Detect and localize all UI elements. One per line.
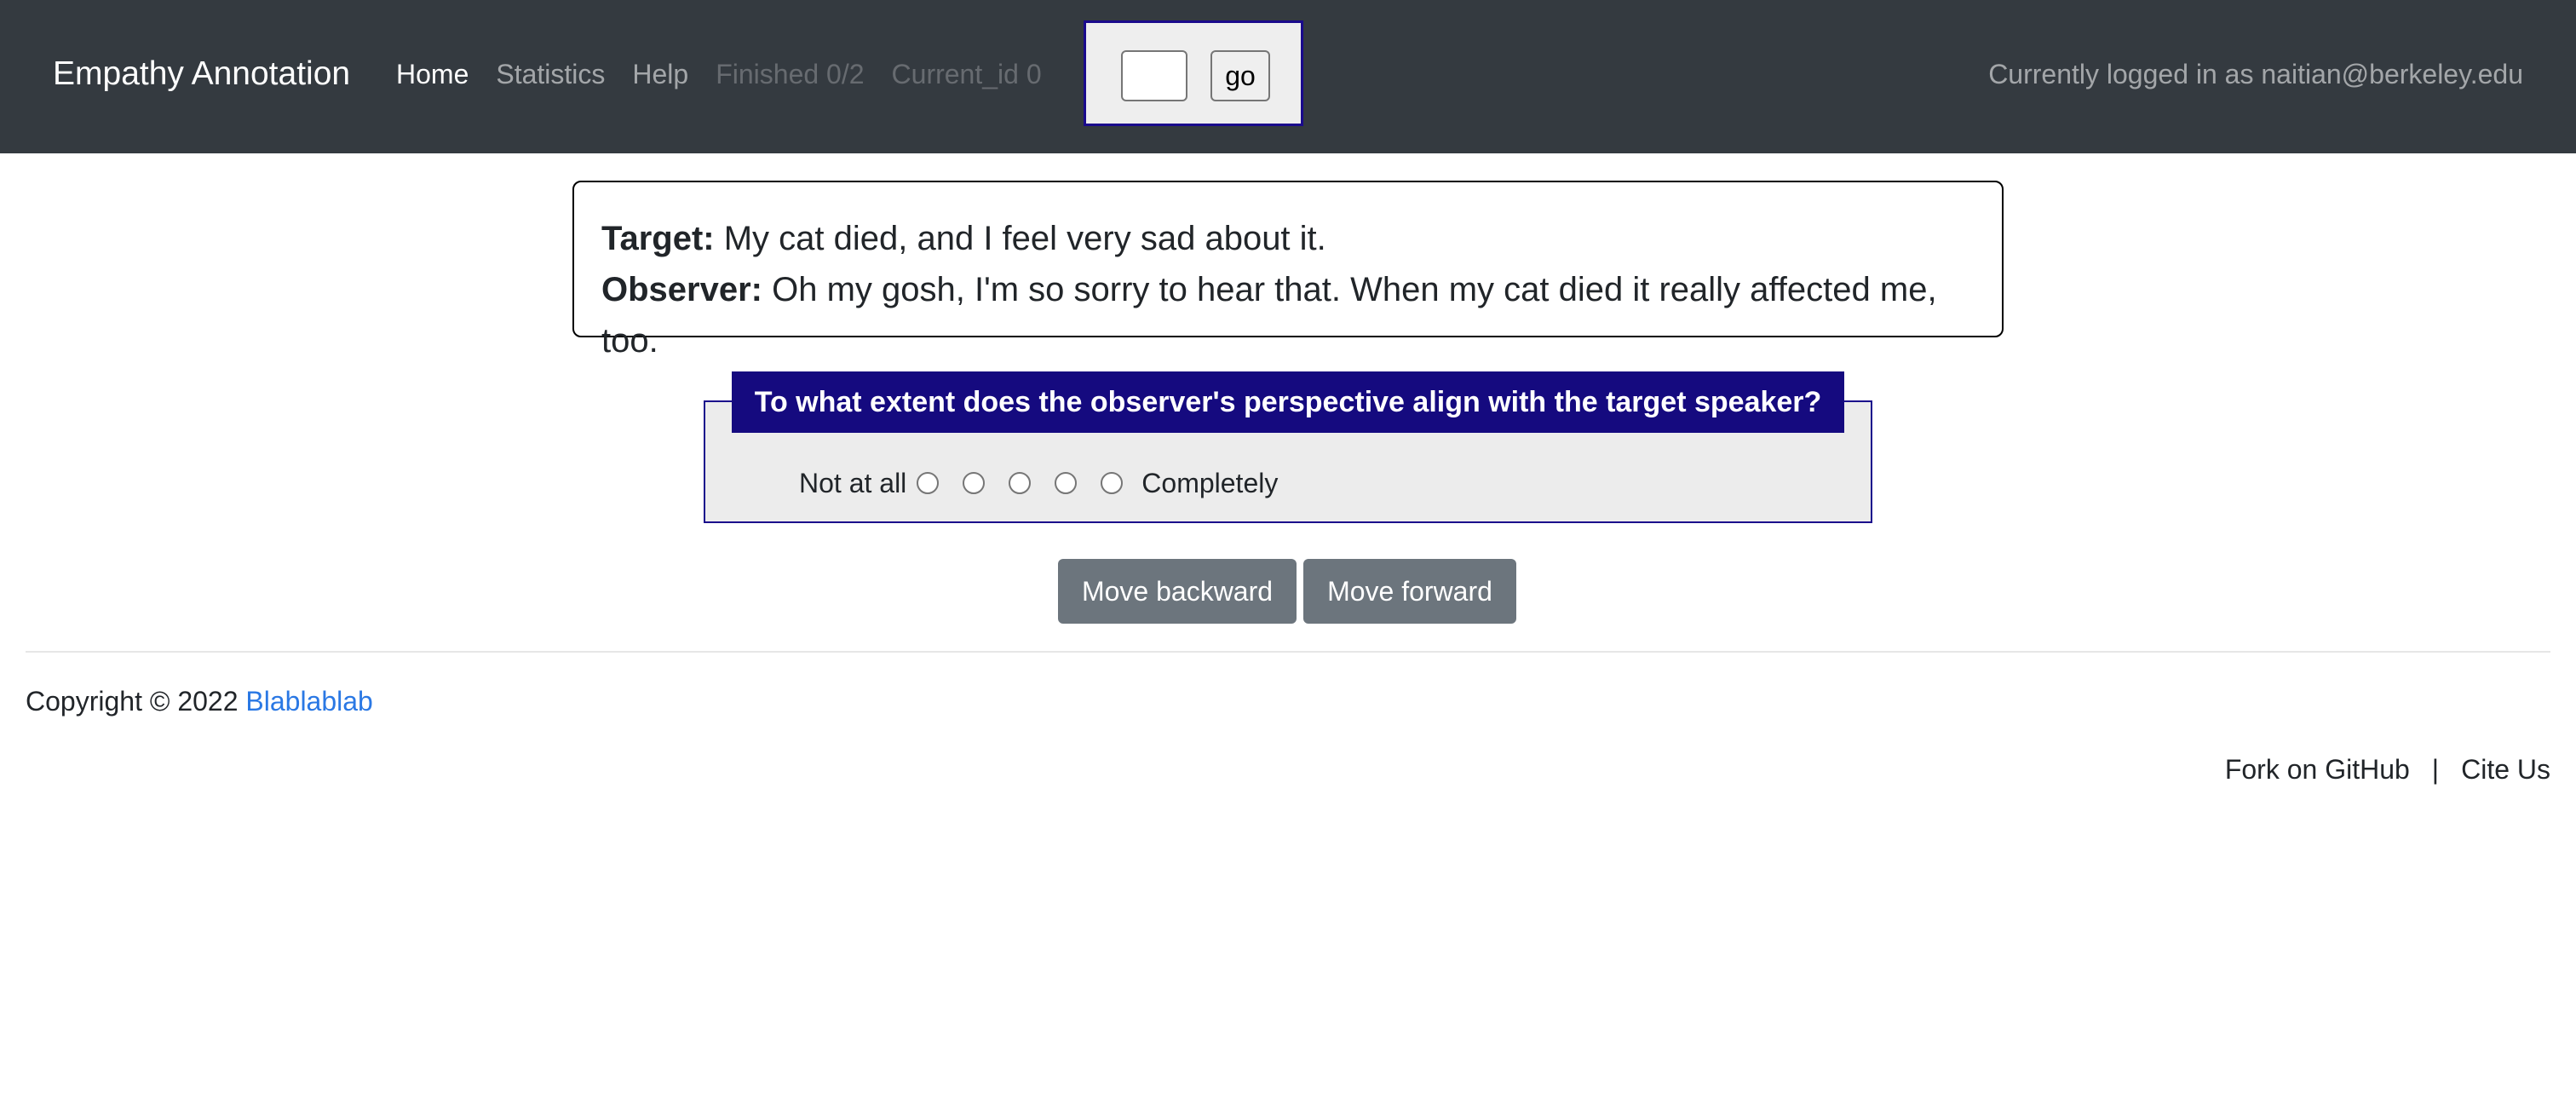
rating-option-4[interactable] (1055, 472, 1078, 494)
observer-text: Oh my gosh, I'm so sorry to hear that. W… (601, 271, 1937, 360)
nav-home[interactable]: Home (396, 55, 469, 94)
move-forward-button[interactable]: Move forward (1303, 559, 1516, 624)
cite-us-link[interactable]: Cite Us (2461, 750, 2550, 789)
fork-on-github-link[interactable]: Fork on GitHub (2225, 750, 2410, 789)
copyright-text: Copyright © 2022 (26, 686, 246, 717)
goto-form: go (1084, 20, 1303, 126)
rating-option-5[interactable] (1101, 472, 1124, 494)
rating-scale: Not at all Completely (799, 463, 1278, 503)
observer-label: Observer: (601, 271, 762, 308)
target-text: My cat died, and I feel very sad about i… (714, 220, 1326, 257)
login-status: Currently logged in as naitian@berkeley.… (1988, 59, 2523, 89)
observer-line: Observer: Oh my gosh, I'm so sorry to he… (601, 264, 1976, 366)
dialogue-card: Target: My cat died, and I feel very sad… (572, 181, 2004, 360)
nav-current-id: Current_id 0 (891, 59, 1042, 89)
rating-option-3[interactable] (1009, 472, 1032, 494)
navbar: Empathy Annotation Home Statistics Help … (0, 0, 2576, 153)
nav-finished-count: Finished 0/2 (716, 59, 865, 89)
rating-option-1[interactable] (917, 472, 940, 494)
blablablab-link[interactable]: Blablablab (245, 686, 372, 717)
target-line: Target: My cat died, and I feel very sad… (601, 213, 1976, 264)
go-button[interactable]: go (1210, 50, 1270, 101)
goto-id-input[interactable] (1121, 50, 1187, 101)
nav-statistics[interactable]: Statistics (496, 55, 605, 94)
footer-links: Fork on GitHub | Cite Us (2225, 750, 2550, 789)
rating-option-2[interactable] (963, 472, 986, 494)
brand-title[interactable]: Empathy Annotation (53, 53, 350, 95)
scale-low-label: Not at all (799, 468, 907, 498)
footer-separator: | (2431, 754, 2440, 785)
footer-divider (26, 651, 2550, 653)
move-backward-button[interactable]: Move backward (1058, 559, 1297, 624)
question-prompt: To what extent does the observer's persp… (732, 371, 1844, 433)
copyright: Copyright © 2022 Blablablab (26, 682, 373, 721)
scale-high-label: Completely (1141, 468, 1279, 498)
target-label: Target: (601, 220, 715, 257)
nav-help[interactable]: Help (632, 55, 688, 94)
nav-links: Home Statistics Help Finished 0/2 Curren… (396, 55, 1042, 94)
